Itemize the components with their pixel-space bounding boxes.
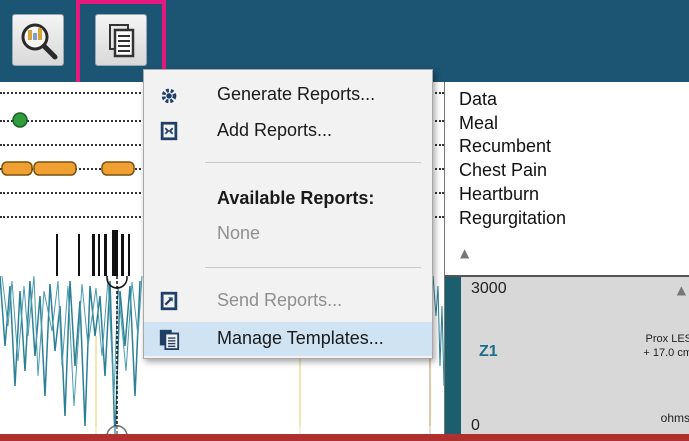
event-tick <box>98 234 100 276</box>
event-tick <box>112 230 118 276</box>
scale-up-arrow-icon[interactable]: ▲ <box>677 283 686 297</box>
event-label: Heartburn <box>459 183 540 204</box>
analysis-magnifier-icon <box>21 23 58 60</box>
menu-item-manage-templates[interactable]: Manage Templates... <box>144 322 432 356</box>
event-tick <box>128 234 130 276</box>
channel-position-label: Prox LES <box>645 333 689 345</box>
recumbent-marker <box>1 161 33 176</box>
menu-item-label: Generate Reports... <box>217 84 376 104</box>
channel-unit: ohms <box>660 411 689 425</box>
menu-item-label: Send Reports... <box>217 290 343 310</box>
channel-z1-panel: 3000 ▲ Z1 Prox LES + 17.0 cm ohms 0 <box>461 277 689 441</box>
menu-item-add-reports[interactable]: Add Reports... <box>144 114 432 148</box>
event-label: Regurgitation <box>459 207 567 228</box>
scroll-up-arrow-icon[interactable]: ▲ <box>460 246 469 260</box>
event-tick <box>56 234 58 276</box>
event-label: Data <box>459 89 498 109</box>
menu-item-label: Add Reports... <box>217 120 333 140</box>
menu-separator <box>205 267 421 268</box>
channel-side-bar <box>445 277 461 441</box>
meal-marker <box>12 112 28 128</box>
channel-position-offset: + 17.0 cm <box>643 347 689 359</box>
event-tick <box>78 234 80 276</box>
send-report-icon <box>160 291 178 311</box>
menu-separator <box>205 162 421 163</box>
recumbent-marker <box>101 161 135 176</box>
event-legend-panel: Data Meal Recumbent Chest Pain Heartburn… <box>444 82 689 441</box>
channel-min-value: 0 <box>471 417 480 434</box>
event-tick <box>92 234 95 276</box>
available-reports-none: None <box>217 223 261 243</box>
event-label: Chest Pain <box>459 160 548 181</box>
reports-menu: Generate Reports... Add Reports... Avail… <box>143 69 433 359</box>
add-report-icon <box>160 121 178 141</box>
event-label: Meal <box>459 112 499 133</box>
event-tick <box>121 234 124 276</box>
bottom-strip <box>0 434 689 441</box>
menu-item-generate-reports[interactable]: Generate Reports... <box>144 78 432 112</box>
gear-icon <box>161 88 177 104</box>
menu-item-send-reports[interactable]: Send Reports... <box>144 284 432 318</box>
event-label: Recumbent <box>459 136 552 157</box>
recumbent-marker <box>33 161 77 176</box>
analysis-button[interactable] <box>12 14 64 66</box>
menu-item-label: Manage Templates... <box>217 328 384 348</box>
event-tick <box>104 234 107 276</box>
event-list: Data Meal Recumbent Chest Pain Heartburn… <box>459 88 566 230</box>
templates-icon <box>159 329 180 350</box>
available-reports-header: Available Reports: <box>217 188 375 208</box>
channel-max-value: 3000 <box>471 280 507 297</box>
channel-name: Z1 <box>479 343 498 360</box>
